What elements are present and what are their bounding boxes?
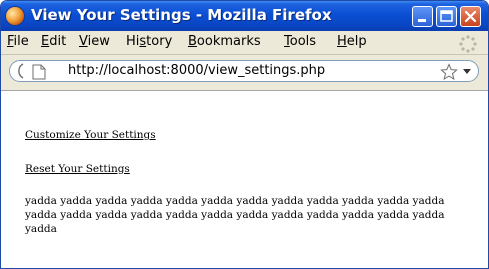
browser-window: View Your Settings - Mozilla Firefox Fil… (0, 0, 489, 269)
menu-help[interactable]: Help (337, 34, 367, 49)
reset-settings-link[interactable]: Reset Your Settings (25, 163, 130, 175)
maximize-icon (440, 10, 453, 22)
menu-history-pre: Hi (126, 34, 140, 49)
menu-edit-accel: E (41, 34, 50, 49)
customize-settings-link[interactable]: Customize Your Settings (25, 129, 156, 141)
menu-file-rest: ile (13, 34, 29, 49)
menu-edit-rest: dit (49, 34, 67, 49)
close-button[interactable] (460, 6, 481, 27)
page-icon (32, 64, 46, 80)
menu-history[interactable]: History (126, 34, 172, 49)
menu-help-accel: H (337, 34, 347, 49)
url-text[interactable]: http://localhost:8000/view_settings.php (68, 63, 325, 78)
minimize-icon (418, 19, 426, 22)
menu-bookmarks-accel: B (188, 34, 197, 49)
menu-edit[interactable]: Edit (41, 34, 66, 49)
menu-bookmarks-rest: ookmarks (196, 34, 261, 49)
minimize-button[interactable] (412, 6, 433, 27)
page-content (1, 90, 488, 268)
url-bar[interactable]: http://localhost:8000/view_settings.php (9, 60, 479, 82)
menu-bar: File Edit View History Bookmarks Tools H… (1, 31, 488, 52)
menu-history-rest: tory (146, 34, 173, 49)
window-title: View Your Settings - Mozilla Firefox (31, 6, 332, 24)
menu-tools[interactable]: Tools (284, 34, 316, 49)
title-bar[interactable]: View Your Settings - Mozilla Firefox (1, 1, 488, 31)
dropdown-arrow-icon[interactable] (463, 69, 471, 75)
body-text: yadda yadda yadda yadda yadda yadda yadd… (25, 195, 445, 235)
menu-view[interactable]: View (79, 34, 110, 49)
menu-tools-rest: ools (289, 34, 317, 49)
menu-help-rest: elp (346, 34, 367, 49)
bookmark-star-icon[interactable] (440, 63, 458, 81)
menu-view-rest: iew (87, 34, 110, 49)
maximize-button[interactable] (436, 6, 457, 27)
menu-bookmarks[interactable]: Bookmarks (188, 34, 261, 49)
menu-file[interactable]: File (7, 34, 29, 49)
back-icon[interactable] (13, 63, 27, 79)
close-icon (464, 10, 477, 23)
throbber-icon (459, 35, 477, 53)
app-icon[interactable] (6, 7, 24, 25)
menu-view-accel: V (79, 34, 88, 49)
navigation-bar: http://localhost:8000/view_settings.php (1, 54, 488, 89)
